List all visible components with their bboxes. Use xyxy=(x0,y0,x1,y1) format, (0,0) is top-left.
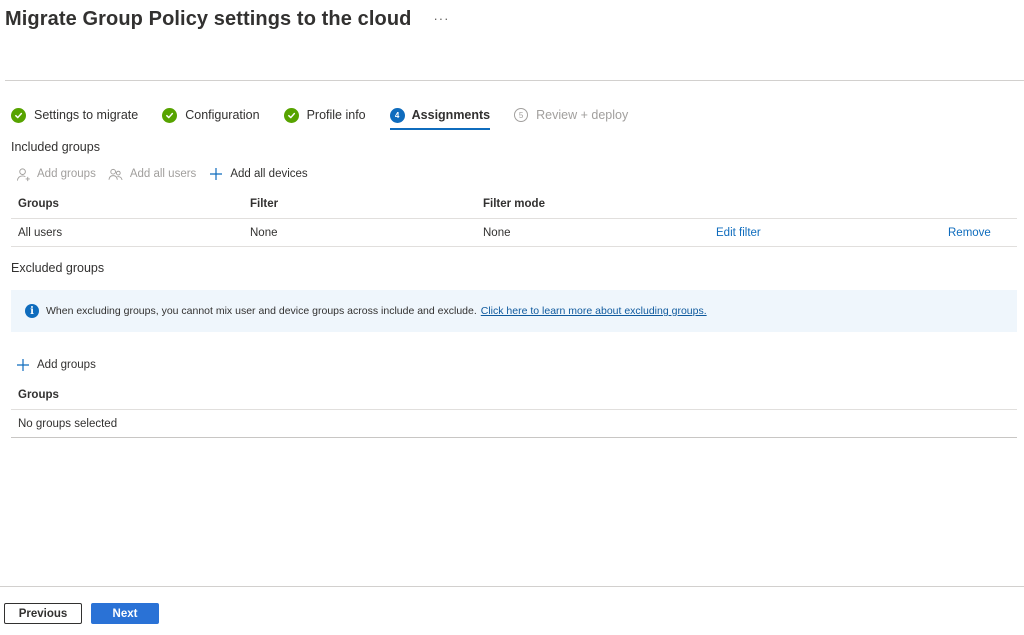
check-icon xyxy=(162,107,178,123)
add-person-icon xyxy=(15,166,31,182)
learn-more-link[interactable]: Click here to learn more about excluding… xyxy=(481,305,707,317)
page: Migrate Group Policy settings to the clo… xyxy=(0,0,1024,635)
check-icon xyxy=(283,107,299,123)
step-label: Settings to migrate xyxy=(34,108,139,122)
add-all-devices-button[interactable]: Add all devices xyxy=(208,166,308,182)
cell-filter: None xyxy=(250,226,278,239)
edit-filter-link[interactable]: Edit filter xyxy=(716,227,761,239)
column-header-groups: Groups xyxy=(18,197,59,210)
step-configuration[interactable]: Configuration xyxy=(162,102,260,128)
excluded-groups-table: Groups No groups selected xyxy=(11,380,1017,438)
page-title: Migrate Group Policy settings to the clo… xyxy=(5,7,412,30)
step-number-badge: 4 xyxy=(389,107,405,123)
add-all-devices-label: Add all devices xyxy=(230,168,308,180)
info-message-bar: i When excluding groups, you cannot mix … xyxy=(11,290,1017,332)
remove-link[interactable]: Remove xyxy=(948,227,991,239)
plus-icon xyxy=(15,357,31,373)
step-profile-info[interactable]: Profile info xyxy=(283,102,366,128)
table-header: Groups xyxy=(11,380,1017,410)
excluded-groups-title: Excluded groups xyxy=(11,261,105,275)
more-options-button[interactable]: ··· xyxy=(433,11,449,26)
excluded-toolbar: Add groups xyxy=(15,355,108,375)
step-label: Configuration xyxy=(185,108,260,122)
column-header-filter: Filter xyxy=(250,197,279,210)
add-groups-button[interactable]: Add groups xyxy=(15,166,96,182)
info-icon: i xyxy=(25,304,39,318)
cell-group: All users xyxy=(18,226,63,239)
step-label: Assignments xyxy=(411,108,491,122)
people-icon xyxy=(108,166,124,182)
step-review-deploy: 5 Review + deploy xyxy=(514,102,628,128)
add-groups-label: Add groups xyxy=(37,168,96,180)
step-settings-to-migrate[interactable]: Settings to migrate xyxy=(11,102,138,128)
step-label: Review + deploy xyxy=(536,108,629,122)
column-header-filter-mode: Filter mode xyxy=(483,197,545,210)
excluded-add-groups-button[interactable]: Add groups xyxy=(15,357,96,373)
check-icon xyxy=(11,107,26,123)
step-number-badge: 5 xyxy=(514,108,529,122)
wizard-stepper: Settings to migrate Configuration Profil… xyxy=(11,102,652,130)
empty-state-text: No groups selected xyxy=(18,417,118,430)
add-all-users-label: Add all users xyxy=(129,168,197,180)
column-header-groups: Groups xyxy=(18,388,59,401)
table-row: All users None None Edit filter Remove xyxy=(11,219,1017,247)
add-all-users-button[interactable]: Add all users xyxy=(108,166,196,182)
step-assignments[interactable]: 4 Assignments xyxy=(389,102,491,130)
table-header: Groups Filter Filter mode xyxy=(11,189,1017,219)
excluded-add-groups-label: Add groups xyxy=(37,359,96,371)
plus-icon xyxy=(208,166,224,182)
included-toolbar: Add groups Add all users Add all devices xyxy=(15,164,320,184)
included-groups-table: Groups Filter Filter mode All users None… xyxy=(11,189,1017,247)
table-row: No groups selected xyxy=(11,410,1017,438)
previous-button[interactable]: Previous xyxy=(4,603,82,624)
info-text: When excluding groups, you cannot mix us… xyxy=(46,305,477,317)
header-divider xyxy=(5,80,1024,81)
footer-divider xyxy=(0,586,1024,587)
next-button[interactable]: Next xyxy=(91,603,159,624)
header: Migrate Group Policy settings to the clo… xyxy=(5,4,449,34)
step-label: Profile info xyxy=(306,108,366,122)
included-groups-title: Included groups xyxy=(11,140,100,154)
cell-filter-mode: None xyxy=(483,226,511,239)
